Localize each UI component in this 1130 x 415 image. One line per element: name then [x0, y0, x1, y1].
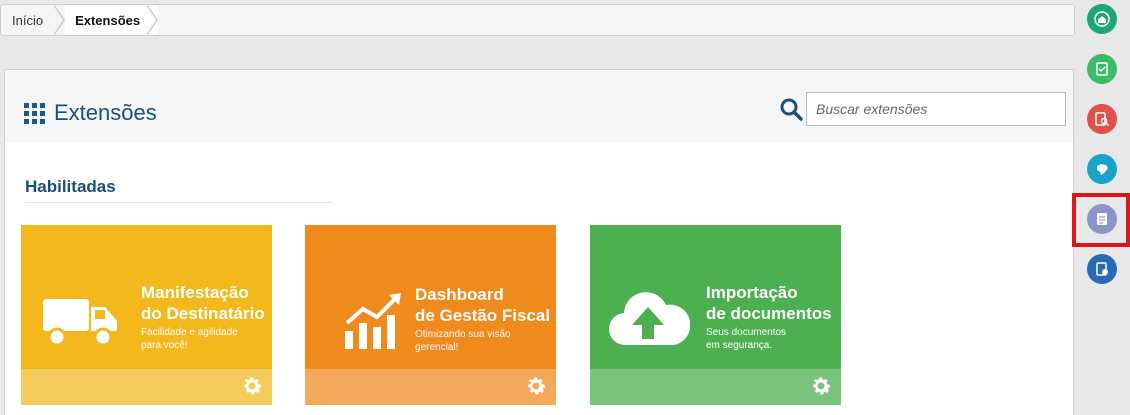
selection-highlight [1072, 193, 1130, 247]
card-title: Dashboard de Gestão Fiscal [415, 285, 551, 325]
card-subtitle: Seus documentos em segurança. [706, 327, 787, 351]
card-footer [305, 369, 556, 405]
extension-card-dashboard[interactable]: Dashboard de Gestão Fiscal Otimizando su… [305, 225, 556, 405]
breadcrumb-home-label: Início [12, 12, 44, 28]
card-title: Manifestação do Destinatário [141, 283, 265, 323]
cloud-upload-icon [609, 292, 690, 346]
gear-icon[interactable] [240, 374, 264, 398]
extensions-panel: Extensões Habilitadas Manifestação do De… [4, 69, 1074, 415]
extension-card-importacao[interactable]: Importação de documentos Seus documentos… [590, 225, 841, 405]
card-footer [590, 369, 841, 405]
home-icon[interactable] [1087, 4, 1117, 34]
gear-icon[interactable] [524, 374, 548, 398]
breadcrumb-separator [53, 5, 66, 35]
document-search-icon[interactable] [1087, 104, 1117, 134]
card-subtitle: Otimizando sua visão gerencial! [415, 329, 511, 353]
gear-icon[interactable] [809, 374, 833, 398]
card-subtitle: Facilidade e agilidade para você! [141, 327, 238, 351]
document-settings-icon[interactable] [1087, 254, 1117, 284]
breadcrumb-current: Extensões [65, 5, 159, 35]
panel-header: Extensões [5, 70, 1073, 142]
section-title: Habilitadas [25, 177, 116, 196]
document-check-icon[interactable] [1087, 54, 1117, 84]
grid-icon [24, 103, 45, 124]
search-input[interactable] [806, 92, 1066, 126]
breadcrumb-current-label: Extensões [75, 12, 141, 28]
truck-icon [43, 299, 117, 347]
breadcrumb: Início Extensões [0, 4, 1075, 36]
breadcrumb-separator-end [146, 5, 159, 35]
brazil-map-icon[interactable] [1087, 154, 1117, 184]
section-divider [25, 202, 333, 203]
card-title: Importação de documentos [706, 283, 832, 323]
search-icon[interactable] [779, 97, 803, 121]
extension-card-manifestacao[interactable]: Manifestação do Destinatário Facilidade … [21, 225, 272, 405]
card-footer [21, 369, 272, 405]
growth-chart-icon [345, 293, 401, 349]
page-title: Extensões [54, 100, 157, 125]
